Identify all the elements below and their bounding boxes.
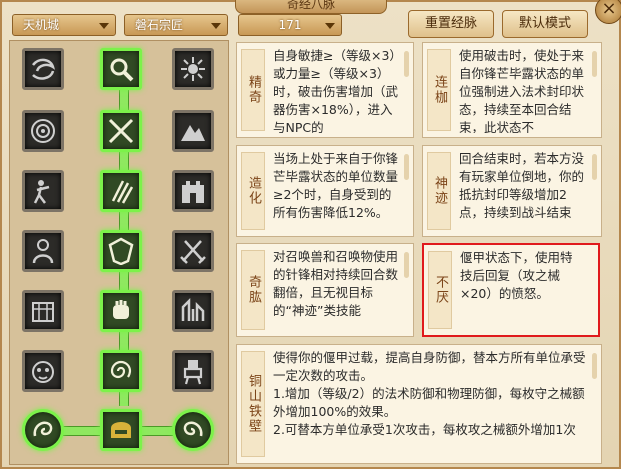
skill-node-active[interactable] (100, 170, 142, 212)
mountain-icon (181, 125, 205, 141)
skill-node-active[interactable] (100, 110, 142, 152)
card-name: 奇肱 (241, 250, 265, 330)
iron-fist-icon (113, 300, 129, 319)
skill-node[interactable] (22, 110, 64, 152)
skill-node[interactable] (22, 350, 64, 392)
card-scrollbar[interactable] (404, 154, 409, 180)
card-description: 回合结束时，若本方没有玩家单位倒地，你的抵抗封印等级增加2点，持续到战斗结束 (459, 151, 585, 220)
school-dropdown-value: 磐石宗匠 (135, 18, 184, 32)
meridian-card[interactable]: 连枷 使用破击时，使处于来自你锋芒毕露状态的单位强制进入法术封印状态，持续至本回… (422, 42, 602, 138)
card-scrollbar[interactable] (404, 252, 409, 278)
skill-node-active[interactable] (100, 290, 142, 332)
card-name: 精奇 (241, 49, 265, 131)
card-name: 铜山铁壁 (241, 351, 265, 457)
skill-node[interactable] (22, 48, 64, 90)
mech-warrior-icon (183, 360, 203, 385)
close-button[interactable]: × (595, 0, 621, 24)
shield-crest-icon (108, 237, 134, 265)
skill-node-active[interactable] (172, 409, 214, 451)
skill-node[interactable] (22, 170, 64, 212)
card-name: 造化 (241, 152, 265, 230)
fighting-figure-icon (33, 180, 50, 204)
spiral-wind-icon (32, 58, 56, 80)
magnifier-gear-icon (110, 58, 134, 82)
meridian-card[interactable]: 精奇 自身敏捷≥（等级×3）或力量≥（等级×3）时，破击伤害增加（武器伤害×18… (236, 42, 414, 138)
meridian-card-selected[interactable]: 不厌 偃甲状态下，使用特技后回复（攻之械×20）的愤怒。 (422, 243, 600, 337)
skill-node[interactable] (172, 170, 214, 212)
helmet-icon (111, 422, 131, 438)
meridian-card[interactable]: 造化 当场上处于来自于你锋芒毕露状态的单位数量≥2个时，自身受到的所有伤害降低1… (236, 145, 414, 237)
gate-beast-icon (32, 302, 54, 322)
fortress-wall-icon (182, 181, 204, 203)
armored-guard-icon (32, 239, 54, 264)
meridian-card[interactable]: 神迹 回合结束时，若本方没有玩家单位倒地，你的抵抗封印等级增加2点，持续到战斗结… (422, 145, 602, 237)
chevron-down-icon (325, 23, 335, 29)
sun-rune-icon (181, 57, 205, 81)
card-scrollbar[interactable] (592, 154, 597, 180)
card-description: 使用破击时，使处于来自你锋芒毕露状态的单位强制进入法术封印状态，持续至本回合结束… (459, 48, 585, 133)
card-description: 使得你的偃甲过载，提高自身防御，替本方所有单位承受一定次数的攻击。 1.增加（等… (273, 350, 586, 437)
skill-node[interactable] (172, 48, 214, 90)
card-name: 不厌 (428, 251, 452, 329)
dragon-orb-icon (33, 421, 53, 437)
default-mode-button[interactable]: 默认模式 (502, 10, 588, 38)
meridian-card-wide[interactable]: 铜山铁壁 使得你的偃甲过载，提高自身防御，替本方所有单位承受一定次数的攻击。 1… (236, 344, 602, 464)
window-title: 奇经八脉 (235, 0, 387, 14)
skill-node[interactable] (172, 110, 214, 152)
card-description: 自身敏捷≥（等级×3）或力量≥（等级×3）时，破击伤害增加（武器伤害×18%），… (273, 48, 399, 133)
level-dropdown-value: 171 (278, 18, 302, 32)
card-name: 神迹 (427, 152, 451, 230)
claw-strike-icon (111, 180, 134, 204)
sect-dropdown[interactable]: 天机城 (12, 14, 116, 36)
crossed-swords-icon (108, 118, 134, 144)
skill-node[interactable] (172, 290, 214, 332)
skill-node-active[interactable] (100, 350, 142, 392)
crossed-blades-icon (180, 240, 206, 264)
skill-node-active[interactable] (22, 409, 64, 451)
level-dropdown[interactable]: 171 (238, 14, 342, 36)
reset-meridian-button[interactable]: 重置经脉 (408, 10, 494, 38)
card-scrollbar[interactable] (592, 51, 597, 77)
skill-node-active[interactable] (100, 409, 142, 451)
card-description: 当场上处于来自于你锋芒毕露状态的单位数量≥2个时，自身受到的所有伤害降低12%。 (273, 151, 399, 220)
skill-node[interactable] (22, 290, 64, 332)
sect-dropdown-value: 天机城 (23, 18, 60, 32)
card-name: 连枷 (427, 49, 451, 131)
meridian-card[interactable]: 奇肱 对召唤兽和召唤物使用的针锋相对持续回合数翻倍，且无视目标的“神迹”类技能 (236, 243, 414, 337)
skill-node-active[interactable] (100, 48, 142, 90)
skill-node[interactable] (172, 230, 214, 272)
card-scrollbar[interactable] (592, 353, 597, 379)
target-eye-icon (31, 119, 55, 143)
school-dropdown[interactable]: 磐石宗匠 (124, 14, 228, 36)
card-scrollbar[interactable] (404, 51, 409, 77)
card-description: 偃甲状态下，使用特技后回复（攻之械×20）的愤怒。 (460, 250, 573, 301)
skill-node-active[interactable] (100, 230, 142, 272)
skill-node[interactable] (22, 230, 64, 272)
ruins-icon (181, 297, 205, 321)
phoenix-orb-icon (183, 421, 203, 437)
skill-node[interactable] (172, 350, 214, 392)
whirlwind-icon (110, 360, 132, 379)
chevron-down-icon (99, 23, 109, 29)
card-description: 对召唤兽和召唤物使用的针锋相对持续回合数翻倍，且无视目标的“神迹”类技能 (273, 249, 399, 318)
chevron-down-icon (211, 23, 221, 29)
monkey-face-icon (32, 361, 54, 383)
